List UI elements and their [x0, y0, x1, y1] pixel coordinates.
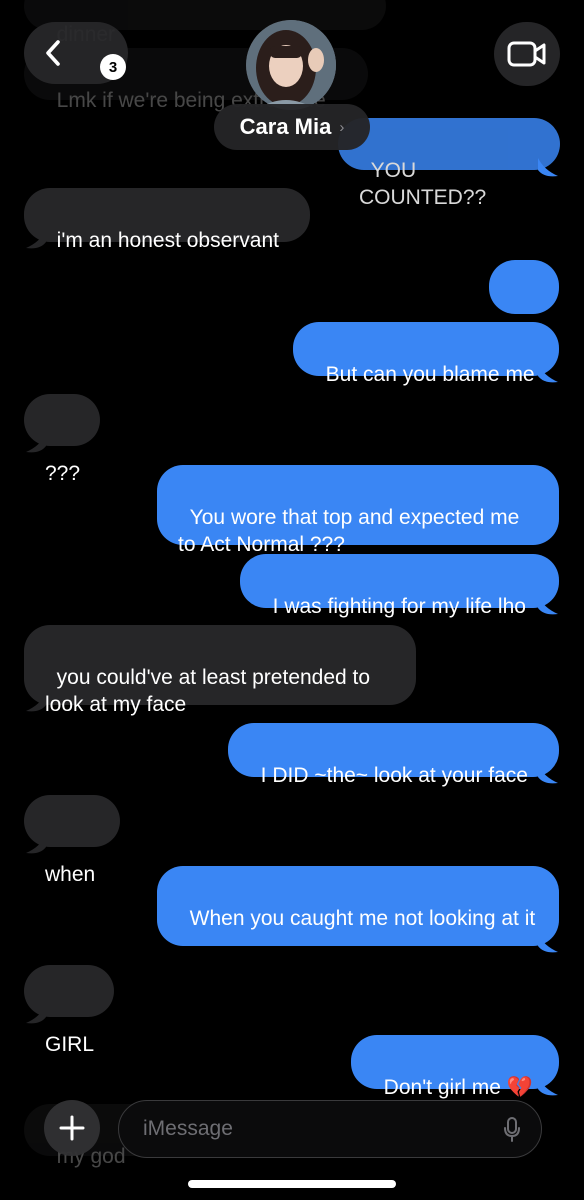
- bubble-tail: [26, 693, 46, 712]
- message-bubble-outgoing[interactable]: I was fighting for my life lho: [240, 554, 559, 618]
- contact-avatar[interactable]: [246, 20, 336, 110]
- bubble-tail: [26, 1005, 46, 1024]
- message-bubble-outgoing[interactable]: YOU COUNTED??: [338, 118, 560, 209]
- message-bubble-outgoing[interactable]: You wore that top and expected me to Act…: [157, 465, 559, 556]
- add-attachment-button[interactable]: [44, 1100, 100, 1156]
- microphone-icon[interactable]: [503, 1117, 521, 1143]
- video-camera-icon: [507, 41, 546, 67]
- message-text: GIRL: [45, 1033, 95, 1056]
- message-text: I was fighting for my life lho: [272, 595, 526, 618]
- message-bubble-incoming[interactable]: you could've at least pretended to look …: [24, 625, 416, 716]
- message-text: I DID ~the~ look at your face: [260, 764, 528, 787]
- bubble-tail: [538, 158, 558, 177]
- message-text: When you caught me not looking at it: [189, 907, 536, 930]
- message-text: YOU COUNTED??: [359, 159, 487, 209]
- bubble-tail: [538, 364, 558, 383]
- message-text: i'm an honest observant: [56, 229, 279, 252]
- message-bubble-outgoing[interactable]: I DID ~the~ look at your face: [228, 723, 559, 787]
- video-call-button[interactable]: [494, 22, 560, 86]
- contact-name-button[interactable]: Cara Mia ›: [214, 104, 370, 150]
- plus-icon: [59, 1115, 85, 1141]
- contact-name: Cara Mia: [239, 114, 332, 139]
- back-button[interactable]: 3: [24, 22, 128, 84]
- bubble-tail: [538, 596, 558, 615]
- bubble-tail: [538, 1077, 558, 1096]
- home-indicator[interactable]: [188, 1180, 396, 1188]
- message-text: when: [45, 863, 96, 886]
- unread-count-badge: 3: [100, 54, 126, 80]
- avatar-image: [246, 20, 336, 110]
- message-text: You wore that top and expected me to Act…: [178, 506, 526, 556]
- message-bubble-incoming[interactable]: i'm an honest observant: [24, 188, 310, 252]
- message-text: ???: [45, 462, 81, 485]
- message-bubble-outgoing[interactable]: Don't girl me 💔: [351, 1035, 559, 1099]
- bubble-tail: [26, 230, 46, 249]
- message-text: you could've at least pretended to look …: [45, 666, 376, 716]
- message-bubble-outgoing[interactable]: Ok: [489, 260, 559, 351]
- message-input-placeholder: iMessage: [143, 1117, 233, 1140]
- message-input[interactable]: iMessage: [118, 1100, 542, 1158]
- message-text: But can you blame me: [325, 363, 535, 386]
- chevron-left-icon: [46, 40, 60, 66]
- bubble-tail: [538, 934, 558, 953]
- bubble-tail: [26, 434, 46, 453]
- message-bubble-outgoing[interactable]: But can you blame me: [293, 322, 559, 386]
- message-text: Don't girl me 💔: [383, 1076, 533, 1099]
- bubble-tail: [26, 835, 46, 854]
- chevron-right-icon: ›: [339, 118, 345, 136]
- message-bubble-outgoing[interactable]: When you caught me not looking at it: [157, 866, 559, 946]
- bubble-tail: [538, 765, 558, 784]
